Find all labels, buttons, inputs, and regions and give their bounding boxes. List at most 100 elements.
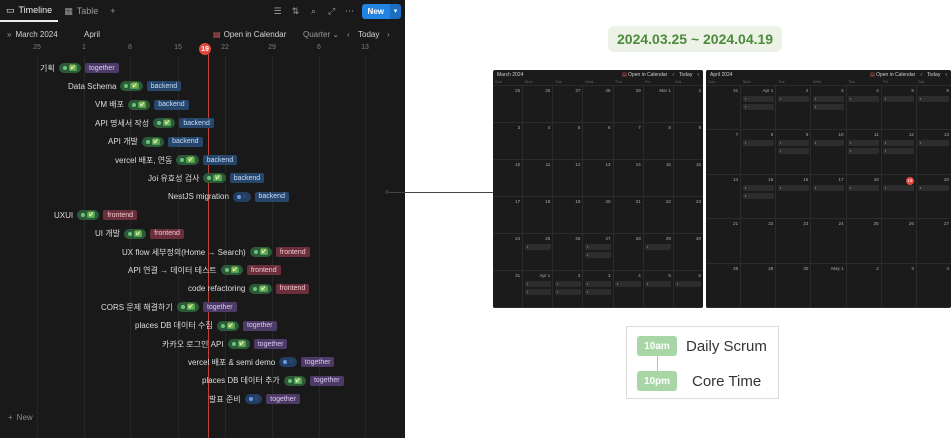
task-row[interactable]: code refactoring ✅ frontend — [188, 283, 310, 295]
today-button[interactable]: Today — [679, 72, 692, 78]
calendar-day[interactable]: 27 — [553, 86, 584, 122]
calendar-event[interactable]: ▪ — [848, 148, 879, 155]
calendar-day[interactable]: 13 — [583, 160, 614, 196]
calendar-event[interactable]: ▪ — [615, 281, 641, 287]
calendar-event[interactable]: ▪ — [883, 148, 914, 155]
chevron-left-icon[interactable]: ‹ — [920, 72, 922, 78]
calendar-event[interactable]: ▪ — [918, 184, 949, 191]
calendar-day[interactable]: 16 — [674, 160, 703, 196]
calendar-day[interactable]: 20 — [583, 197, 614, 233]
calendar-day[interactable]: 30 — [674, 234, 703, 270]
open-in-calendar-button[interactable]: ▤ Open in Calendar — [622, 72, 667, 78]
calendar-day[interactable]: 5 — [882, 86, 917, 130]
calendar-event[interactable]: ▪ — [585, 244, 611, 250]
calendar-day[interactable]: 6 — [917, 86, 951, 129]
calendar-day[interactable]: 23 — [776, 219, 812, 263]
today-button[interactable]: Today — [927, 72, 940, 78]
task-row[interactable]: CORS 문제 해결하기 ✅ together — [101, 301, 237, 313]
calendar-day[interactable]: 27 — [917, 219, 951, 262]
calendar-event[interactable]: ▪ — [813, 140, 844, 147]
task-row[interactable]: vercel 배포 & semi demo ◌ together — [188, 356, 335, 368]
calendar-event[interactable]: ▪ — [778, 184, 809, 191]
chevron-down-icon[interactable]: ▾ — [390, 3, 401, 19]
calendar-day[interactable]: 26 — [882, 219, 917, 263]
calendar-day[interactable]: 4 — [614, 271, 644, 307]
calendar-event[interactable]: ▪ — [645, 281, 671, 287]
calendar-day[interactable]: 19 — [882, 174, 917, 219]
calendar-day[interactable]: 14 — [614, 160, 644, 196]
task-row[interactable]: vercel 배포, 연동 ✅ backend — [115, 154, 238, 166]
calendar-event[interactable]: ▪ — [883, 184, 914, 191]
calendar-day[interactable]: 23 — [674, 197, 703, 233]
calendar-day[interactable]: 4 — [847, 86, 882, 130]
new-button[interactable]: New ▾ — [361, 3, 401, 19]
calendar-event[interactable]: ▪ — [743, 184, 774, 191]
chevron-left-icon[interactable]: ‹ — [672, 72, 674, 78]
calendar-day[interactable]: 21 — [706, 219, 742, 263]
calendar-event[interactable]: ▪ — [743, 96, 774, 102]
new-row-button[interactable]: + New — [8, 413, 33, 422]
calendar-day[interactable]: 21 — [614, 197, 644, 233]
calendar-day[interactable]: 17 — [493, 197, 524, 233]
calendar-day[interactable]: May 1 — [811, 263, 847, 307]
calendar-day[interactable]: 29 — [644, 234, 674, 270]
calendar-event[interactable]: ▪ — [778, 140, 809, 147]
calendar-day[interactable]: 28 — [706, 263, 742, 307]
calendar-day[interactable]: 2 — [847, 263, 882, 307]
more-icon[interactable]: ⋯ — [344, 6, 356, 17]
chevron-right-icon[interactable]: › — [945, 72, 947, 78]
add-view-button[interactable]: + — [104, 0, 121, 22]
calendar-day[interactable]: 5 — [553, 123, 584, 159]
calendar-day[interactable]: 22 — [644, 197, 674, 233]
calendar-day[interactable]: 29 — [614, 86, 644, 122]
calendar-event[interactable]: ▪ — [525, 289, 551, 295]
calendar-event[interactable]: ▪ — [813, 96, 844, 102]
task-row[interactable]: UI 개발 ✅ frontend — [95, 228, 184, 240]
task-row[interactable]: Data Schema ✅ backend — [68, 80, 182, 92]
task-row[interactable]: API 명세서 작성 ✅ backend — [95, 117, 214, 129]
collapse-sidebar-icon[interactable]: » — [7, 30, 11, 39]
calendar-day[interactable]: 22 — [741, 219, 777, 263]
calendar-day[interactable]: 13 — [917, 130, 951, 173]
expand-icon[interactable]: ⤢ — [326, 6, 338, 17]
task-row[interactable]: NestJS migration ◌ backend — [168, 191, 289, 203]
calendar-event[interactable]: ▪ — [883, 140, 914, 147]
calendar-day[interactable]: 31 — [706, 86, 742, 130]
chevron-left-icon[interactable]: ‹ — [347, 30, 350, 39]
calendar-day[interactable]: 28 — [583, 86, 614, 122]
calendar-day[interactable]: 25 — [493, 86, 524, 122]
calendar-event[interactable]: ▪ — [675, 281, 701, 287]
open-in-calendar-button[interactable]: ▤ Open in Calendar — [213, 30, 286, 39]
calendar-day[interactable]: 6 — [583, 123, 614, 159]
calendar-event[interactable]: ▪ — [645, 244, 671, 250]
calendar-event[interactable]: ▪ — [918, 140, 949, 147]
calendar-day[interactable]: 26 — [553, 234, 584, 270]
task-row[interactable]: UXUI ✅ frontend — [54, 209, 138, 221]
calendar-day[interactable]: 30 — [776, 263, 812, 307]
calendar-event[interactable]: ▪ — [813, 184, 844, 191]
calendar-day[interactable]: 29 — [741, 263, 777, 307]
calendar-day[interactable]: 18 — [847, 174, 882, 219]
sort-icon[interactable]: ⇅ — [290, 6, 302, 17]
task-row[interactable]: places DB 데이터 수집 ✅ together — [135, 320, 277, 332]
calendar-day[interactable]: 20 — [917, 175, 951, 218]
calendar-event[interactable]: ▪ — [743, 192, 774, 199]
calendar-event[interactable]: ▪ — [555, 289, 581, 295]
calendar-day[interactable]: 3 — [493, 123, 524, 159]
calendar-event[interactable]: ▪ — [778, 148, 809, 155]
calendar-day[interactable]: 4 — [917, 264, 951, 307]
calendar-day[interactable]: 25 — [523, 234, 554, 270]
calendar-day[interactable]: 9 — [674, 123, 703, 159]
calendar-day[interactable]: 17 — [811, 174, 847, 219]
calendar-event[interactable]: ▪ — [918, 96, 949, 102]
scale-select[interactable]: Quarter ⌄ — [303, 30, 339, 39]
calendar-day[interactable]: 18 — [523, 197, 554, 233]
calendar-day[interactable]: 4 — [523, 123, 554, 159]
calendar-event[interactable]: ▪ — [743, 104, 774, 110]
calendar-event[interactable]: ▪ — [585, 281, 611, 287]
calendar-day[interactable]: 11 — [523, 160, 554, 196]
calendar-event[interactable]: ▪ — [848, 96, 879, 102]
calendar-day[interactable]: 16 — [776, 174, 812, 219]
task-row[interactable]: UX flow 세부정의(Home → Search) ✅ frontend — [122, 246, 310, 258]
calendar-event[interactable]: ▪ — [883, 96, 914, 102]
